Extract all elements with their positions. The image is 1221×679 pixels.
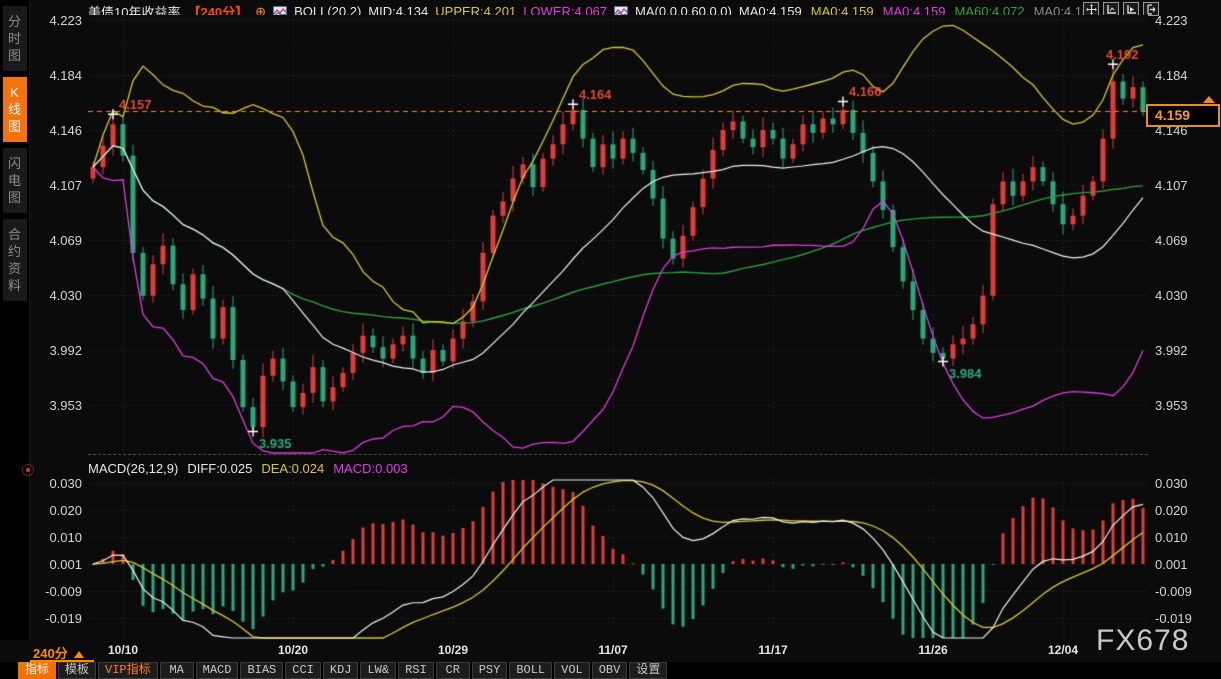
panel-separator — [88, 454, 1148, 455]
price-tick-label: 3.953 — [30, 398, 82, 413]
indicator-toolbar: 指标模板VIP指标MAMACDBIASCCIKDJLW&RSICRPSYBOLL… — [0, 662, 1221, 679]
toolbar-button-CCI[interactable]: CCI — [285, 662, 321, 679]
toolbar-button-OBV[interactable]: OBV — [592, 662, 628, 679]
period-selector-label: 240分 — [33, 646, 68, 661]
macd-tick-label: 0.010 — [30, 530, 82, 545]
chart-toolbar-icons — [1083, 2, 1159, 16]
price-tick-label: 4.030 — [1155, 288, 1207, 303]
macd-macd-value: MACD:0.003 — [333, 461, 407, 476]
toolbar-button-LW&[interactable]: LW& — [360, 662, 396, 679]
sidebar-tab-tick-chart[interactable]: 闪电图 — [3, 148, 27, 213]
sidebar-tab-kline-chart[interactable]: K线图 — [3, 77, 27, 142]
price-tick-label: 3.953 — [1155, 398, 1207, 413]
price-tick-label: 4.223 — [30, 13, 82, 28]
toolbar-button-CR[interactable]: CR — [436, 662, 470, 679]
price-tick-label: 4.184 — [1155, 68, 1207, 83]
date-tick-label: 12/04 — [1039, 643, 1087, 657]
date-tick-label: 11/07 — [589, 643, 637, 657]
main-chart-canvas[interactable] — [88, 15, 1148, 455]
price-tick-label: 3.992 — [30, 343, 82, 358]
macd-tick-label: 0.001 — [1155, 557, 1207, 572]
macd-tick-label: -0.009 — [1155, 584, 1207, 599]
sidebar: 分时图 K线图闪电图合约资料 — [0, 0, 30, 679]
toolbar-button-BOLL[interactable]: BOLL — [509, 662, 552, 679]
date-tick-label: 10/20 — [269, 643, 317, 657]
macd-tick-label: 0.010 — [1155, 530, 1207, 545]
date-tick-label: 11/26 — [909, 643, 957, 657]
toolbar-button-指标[interactable]: 指标 — [18, 662, 56, 679]
sidebar-tab-time-chart[interactable]: 分时图 — [3, 6, 27, 71]
move-tool-icon[interactable] — [1083, 2, 1099, 16]
price-up-arrow-icon — [1203, 96, 1215, 103]
toolbar-button-RSI[interactable]: RSI — [398, 662, 434, 679]
price-tick-label: 4.030 — [30, 288, 82, 303]
macd-name: MACD(26,12,9) — [88, 461, 178, 476]
macd-chart-canvas[interactable] — [88, 478, 1148, 640]
chart-application-window: 分时图K线图闪电图合约资料 美债10年收益率 【240分】 ⊕ BOLL(20,… — [0, 0, 1221, 679]
scroll-right-icon[interactable] — [1123, 2, 1139, 16]
date-tick-label: 10/29 — [429, 643, 477, 657]
toolbar-button-KDJ[interactable]: KDJ — [323, 662, 359, 679]
date-tick-label: 10/10 — [99, 643, 147, 657]
price-tick-label: 4.107 — [30, 178, 82, 193]
toolbar-button-PSY[interactable]: PSY — [472, 662, 508, 679]
toolbar-button-VIP指标[interactable]: VIP指标 — [98, 662, 158, 679]
macd-tick-label: 0.030 — [30, 476, 82, 491]
price-tick-label: 3.992 — [1155, 343, 1207, 358]
price-tick-label: 4.223 — [1155, 13, 1207, 28]
macd-tick-label: 0.030 — [1155, 476, 1207, 491]
macd-tick-label: 0.001 — [30, 557, 82, 572]
macd-tick-label: -0.019 — [30, 611, 82, 626]
sidebar-tab-contract-info[interactable]: 合约资料 — [3, 219, 27, 301]
axis-scale-icon[interactable] — [1103, 2, 1119, 16]
macd-tick-label: -0.009 — [30, 584, 82, 599]
price-tick-label: 4.069 — [1155, 233, 1207, 248]
toolbar-button-BIAS[interactable]: BIAS — [240, 662, 283, 679]
toolbar-button-VOL[interactable]: VOL — [554, 662, 590, 679]
price-tick-label: 4.146 — [30, 123, 82, 138]
macd-tick-label: 0.020 — [30, 503, 82, 518]
triangle-up-icon — [74, 651, 84, 658]
date-tick-label: 11/17 — [749, 643, 797, 657]
macd-diff-value: DIFF:0.025 — [187, 461, 252, 476]
macd-dea-value: DEA:0.024 — [261, 461, 324, 476]
date-axis: 240分 10/10 10/20 10/29 11/07 11/17 11/26 12/04 — [0, 640, 1221, 662]
macd-panel-toggle-icon[interactable] — [22, 464, 34, 476]
price-tick-label: 4.069 — [30, 233, 82, 248]
macd-tick-label: 0.020 — [1155, 503, 1207, 518]
toolbar-button-设置[interactable]: 设置 — [629, 662, 667, 679]
current-price-box: 4.159 — [1146, 104, 1220, 127]
toolbar-button-模板[interactable]: 模板 — [58, 662, 96, 679]
toolbar-button-MA[interactable]: MA — [160, 662, 194, 679]
toolbar-button-MACD[interactable]: MACD — [196, 662, 239, 679]
price-tick-label: 4.107 — [1155, 178, 1207, 193]
macd-header: MACD(26,12,9) DIFF:0.025 DEA:0.024 MACD:… — [88, 461, 408, 476]
price-tick-label: 4.184 — [30, 68, 82, 83]
watermark: FX678 — [1096, 624, 1189, 658]
